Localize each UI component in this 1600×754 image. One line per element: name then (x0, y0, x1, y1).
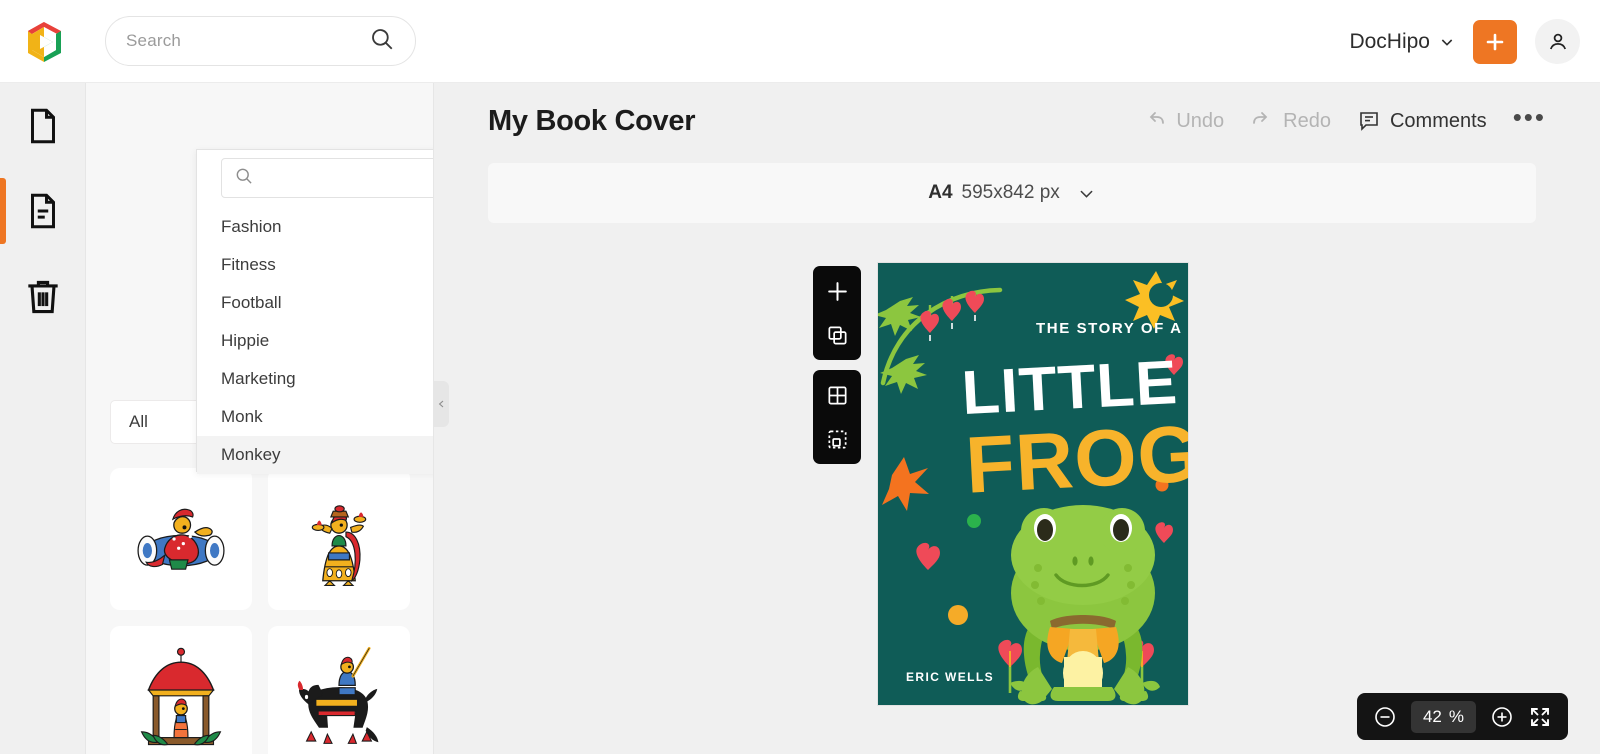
category-option-label: Fitness (221, 255, 276, 274)
global-search-input[interactable]: Search (105, 16, 416, 66)
asset-filter-value: All (129, 412, 148, 431)
dochipo-logo-icon (28, 22, 61, 62)
category-option-label: Fashion (221, 217, 282, 236)
minus-circle-icon (1375, 706, 1395, 727)
top-bar-right: DocHipo (1349, 0, 1580, 83)
category-option-label: Marketing (221, 369, 296, 388)
sidebar-item-pages[interactable] (0, 83, 86, 168)
left-icon-rail (0, 83, 86, 754)
search-icon (234, 166, 254, 191)
asset-thumbnail-grid (110, 468, 410, 754)
sidebar-item-templates[interactable] (0, 168, 86, 253)
comment-bubble-icon (1360, 112, 1378, 131)
dashed-square-icon (827, 429, 847, 449)
category-option[interactable]: Fitness (197, 246, 433, 284)
plus-circle-icon (1492, 706, 1512, 727)
cover-subtitle-text: THE STORY OF A (1036, 320, 1183, 337)
cover-title-line2-text: FROG (963, 409, 1188, 510)
workspace-menu[interactable]: DocHipo (1349, 30, 1455, 54)
undo-arrow-icon (1150, 112, 1165, 124)
canvas-toolbox-group-layout (813, 370, 861, 464)
zoom-controls: 42 % (1356, 693, 1568, 740)
document-lines-icon (31, 193, 55, 228)
document-actions: Undo Redo Comments ••• (1143, 104, 1546, 138)
page-title[interactable]: My Book Cover (488, 105, 696, 138)
page-size-name: A4 (928, 182, 953, 203)
page-size-dimensions: 595x842 px (961, 182, 1060, 203)
category-option[interactable]: Marketing (197, 360, 433, 398)
search-icon[interactable] (369, 26, 395, 57)
zoom-out-button[interactable] (1373, 705, 1397, 729)
duplicate-page-button[interactable] (820, 318, 854, 352)
trash-icon (28, 280, 58, 313)
undo-label: Undo (1176, 109, 1225, 132)
category-option-label: Hippie (221, 331, 270, 350)
fullscreen-button[interactable] (1528, 705, 1552, 729)
document-header: My Book Cover Undo Redo Comments ••• (434, 83, 1600, 159)
folk-art-drummer-illustration (137, 508, 225, 570)
thumbnail-horse-rider[interactable] (268, 626, 410, 754)
category-dropdown: Fashion Fitness Football Hippie Marketin… (196, 149, 433, 474)
more-options-button[interactable]: ••• (1513, 104, 1546, 138)
folk-art-canopy-illustration (140, 647, 222, 746)
global-search-placeholder: Search (126, 31, 182, 50)
chevron-left-icon (438, 400, 444, 408)
category-search-input[interactable] (221, 158, 433, 198)
blank-page-icon (31, 108, 55, 143)
page-size-selector[interactable]: A4 595x842 px (488, 163, 1536, 223)
zoom-in-button[interactable] (1490, 705, 1514, 729)
category-option-list: Fashion Fitness Football Hippie Marketin… (197, 208, 433, 474)
zoom-level-value: 42 (1422, 706, 1442, 726)
add-page-button[interactable] (820, 274, 854, 308)
book-cover-artwork[interactable]: THE STORY OF A LITTLE FROG ERIC WELLS (878, 263, 1188, 705)
comments-label: Comments (1389, 109, 1487, 132)
folk-art-dancer-illustration (311, 505, 367, 586)
zoom-level-display[interactable]: 42 % (1410, 700, 1476, 733)
undo-button[interactable]: Undo (1143, 109, 1224, 133)
chevron-down-icon (1441, 38, 1453, 46)
expand-icon (1531, 707, 1549, 726)
canvas-toolbox-group-page (813, 266, 861, 360)
thumbnail-palanquin[interactable] (110, 626, 252, 754)
grid-icon (827, 385, 847, 405)
redo-arrow-icon (1253, 112, 1268, 124)
category-option-selected[interactable]: Monkey (197, 436, 433, 474)
category-option[interactable]: Monk (197, 398, 433, 436)
thumbnail-dancer[interactable] (268, 468, 410, 610)
plus-icon (1486, 33, 1504, 50)
comments-button[interactable]: Comments (1357, 109, 1487, 133)
redo-button[interactable]: Redo (1250, 109, 1331, 133)
sidebar-item-trash[interactable] (0, 253, 86, 338)
editor-area: My Book Cover Undo Redo Comments ••• A4 … (434, 83, 1600, 754)
thumbnail-drummer[interactable] (110, 468, 252, 610)
create-new-button[interactable] (1473, 19, 1517, 64)
folk-art-horse-rider-illustration (297, 646, 379, 744)
zoom-level-unit: % (1448, 706, 1464, 726)
category-option[interactable]: Hippie (197, 322, 433, 360)
cover-author-text: ERIC WELLS (906, 670, 994, 684)
canvas-toolbox (813, 266, 861, 464)
category-option[interactable]: Fashion (197, 208, 433, 246)
account-button[interactable] (1535, 19, 1580, 64)
person-icon (1549, 33, 1566, 49)
book-cover-svg: THE STORY OF A LITTLE FROG ERIC WELLS (878, 263, 1188, 705)
panel-collapse-handle[interactable] (434, 381, 449, 427)
grid-layout-button[interactable] (820, 378, 854, 412)
top-bar: Search DocHipo (0, 0, 1600, 83)
workspace-name: DocHipo (1349, 29, 1430, 53)
category-option-label: Monk (221, 407, 263, 426)
category-option[interactable]: Football (197, 284, 433, 322)
chevron-down-icon (1077, 184, 1096, 203)
asset-panel: All Fashion Fitness Football Hippie Mark… (86, 83, 434, 754)
dochipo-logo[interactable] (18, 16, 70, 68)
redo-label: Redo (1283, 109, 1331, 132)
copy-icon (827, 325, 847, 345)
frog-illustration (1011, 505, 1155, 705)
plus-icon (827, 281, 847, 301)
crop-select-button[interactable] (820, 422, 854, 456)
design-canvas[interactable]: THE STORY OF A LITTLE FROG ERIC WELLS (878, 263, 1188, 705)
category-option-label: Monkey (221, 445, 281, 464)
category-option-label: Football (221, 293, 282, 312)
